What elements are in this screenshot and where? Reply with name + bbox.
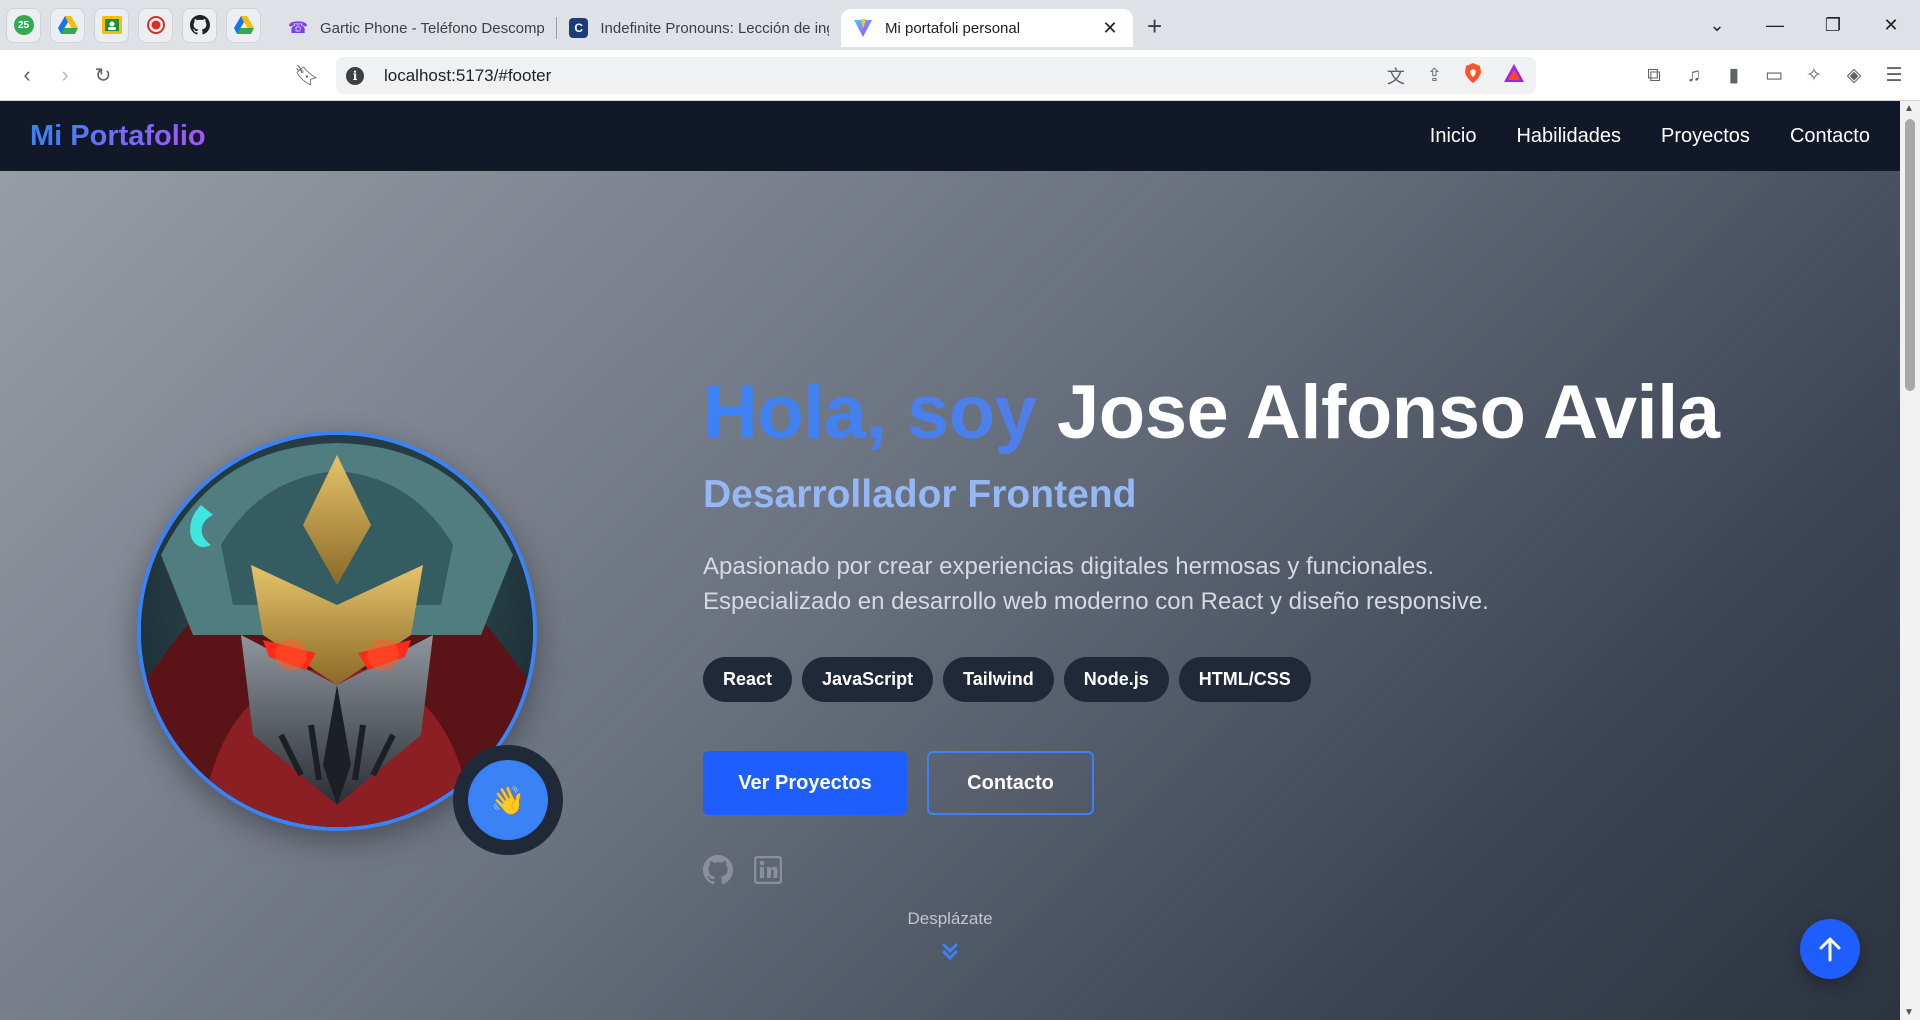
drive-icon — [233, 16, 254, 34]
close-window-icon[interactable]: ✕ — [1862, 15, 1920, 36]
tab-portfolio[interactable]: Mi portafoli personal ✕ — [841, 9, 1133, 47]
sidebar-icon[interactable]: ▮ — [1724, 64, 1744, 87]
omnibox-actions: 文 ⇪ — [1387, 57, 1524, 94]
phone-icon: ☎ — [288, 20, 308, 37]
contact-button[interactable]: Contacto — [927, 751, 1094, 815]
classroom-icon — [101, 16, 122, 34]
nav-link-habilidades[interactable]: Habilidades — [1516, 125, 1621, 148]
page-scrollbar[interactable]: ▲ ▼ — [1900, 101, 1920, 1020]
restore-icon[interactable]: ❐ — [1804, 15, 1862, 36]
double-chevron-down-icon[interactable] — [938, 939, 962, 963]
hero-greeting: Hola, soy — [703, 370, 1037, 455]
site-info-icon[interactable]: i — [346, 66, 364, 85]
wave-emoji-icon: 👋 — [468, 760, 548, 840]
pinned-tab-record[interactable] — [138, 7, 173, 43]
drive-icon — [57, 16, 78, 34]
scroll-hint: Desplázate — [907, 909, 993, 928]
bookmark-icon[interactable]: 🔖︎ — [294, 63, 319, 88]
site-brand[interactable]: Mi Portafolio — [30, 120, 206, 153]
hero-role: Desarrollador Frontend — [703, 473, 1137, 516]
hero-description: Apasionado por crear experiencias digita… — [703, 549, 1603, 619]
vite-icon — [853, 18, 873, 38]
tab-title: Mi portafoli personal — [885, 19, 1021, 37]
scrollbar-thumb[interactable] — [1905, 119, 1915, 391]
page-viewport: Mi Portafolio Inicio Habilidades Proyect… — [0, 101, 1920, 1020]
leo-ai-icon[interactable]: ✧ — [1804, 64, 1824, 87]
skill-chip-tailwind: Tailwind — [943, 657, 1054, 702]
nav-links: Inicio Habilidades Proyectos Contacto — [1430, 101, 1870, 171]
pinned-tab-drive[interactable] — [50, 7, 85, 43]
tab-indefinite-pronouns[interactable]: C Indefinite Pronouns: Lección de inglés — [557, 9, 841, 47]
wallet-icon[interactable]: ▭ — [1764, 64, 1784, 87]
brave-shield-icon[interactable] — [1464, 63, 1482, 88]
url-text[interactable]: localhost:5173/#footer — [384, 66, 551, 86]
scroll-up-arrow-icon[interactable]: ▲ — [1904, 103, 1914, 114]
pinned-tab-classroom[interactable] — [94, 7, 129, 43]
github-icon — [189, 15, 210, 35]
skill-chip-nodejs: Node.js — [1063, 657, 1169, 702]
view-projects-button[interactable]: Ver Proyectos — [703, 751, 907, 815]
nav-link-contacto[interactable]: Contacto — [1790, 125, 1870, 148]
extension-icons: ⧉ ♫ ▮ ▭ ✧ ◈ ☰ — [1644, 50, 1904, 101]
linkedin-icon[interactable] — [753, 855, 783, 885]
site-navbar: Mi Portafolio Inicio Habilidades Proyect… — [0, 101, 1900, 171]
extensions-icon[interactable]: ⧉ — [1644, 65, 1664, 87]
share-icon[interactable]: ⇪ — [1427, 65, 1442, 86]
calendar-icon: 25 — [13, 15, 34, 35]
skill-chip-html-css: HTML/CSS — [1178, 657, 1311, 702]
browser-toolbar: ‹ › ↻ 🔖︎ i localhost:5173/#footer 文 ⇪ ⧉ … — [0, 50, 1920, 101]
skill-chip-react: React — [703, 657, 793, 702]
window-controls: ⌄ — ❐ ✕ — [1688, 0, 1920, 50]
tab-gartic-phone[interactable]: ☎ Gartic Phone - Teléfono Descompuesto — [276, 9, 556, 47]
pinned-tab-github[interactable] — [182, 7, 217, 43]
hero-title: Hola, soy Jose Alfonso Avila — [703, 369, 1720, 456]
scroll-to-top-button[interactable] — [1800, 919, 1860, 979]
pinned-tab-drive-2[interactable] — [226, 7, 261, 43]
social-links — [703, 855, 783, 885]
translate-icon[interactable]: 文 — [1387, 63, 1405, 89]
skill-chip-javascript: JavaScript — [802, 657, 934, 702]
record-icon — [146, 16, 165, 34]
vpn-icon[interactable]: ◈ — [1844, 64, 1864, 87]
hero-name: Jose Alfonso Avila — [1057, 370, 1720, 455]
new-tab-button[interactable]: + — [1147, 11, 1162, 42]
minimize-icon[interactable]: — — [1746, 15, 1804, 36]
github-icon[interactable] — [703, 855, 733, 885]
nav-link-inicio[interactable]: Inicio — [1430, 125, 1477, 148]
hero-description-line-2: Especializado en desarrollo web moderno … — [703, 588, 1489, 615]
tab-title: Indefinite Pronouns: Lección de inglés — [600, 19, 829, 37]
arrow-up-icon — [1819, 937, 1841, 962]
browser-tabstrip: 25 ☎ Gartic Phone - Teléfono Descompuest… — [0, 0, 1920, 50]
c-logo-icon: C — [569, 18, 589, 38]
back-icon[interactable]: ‹ — [8, 62, 46, 88]
scroll-down-arrow-icon[interactable]: ▼ — [1904, 1007, 1914, 1018]
wave-badge: 👋 — [453, 745, 563, 855]
pinned-tab-calendar[interactable]: 25 — [6, 7, 41, 43]
brave-rewards-icon[interactable] — [1504, 64, 1524, 87]
hero-section: Mi Portafolio Inicio Habilidades Proyect… — [0, 101, 1900, 1020]
skill-chips: React JavaScript Tailwind Node.js HTML/C… — [703, 657, 1311, 702]
tab-title: Gartic Phone - Teléfono Descompuesto — [319, 19, 544, 37]
address-bar[interactable]: i localhost:5173/#footer 文 ⇪ — [336, 57, 1536, 94]
forward-icon[interactable]: › — [46, 62, 84, 88]
hero-description-line-1: Apasionado por crear experiencias digita… — [703, 553, 1435, 580]
music-icon[interactable]: ♫ — [1684, 65, 1704, 87]
tab-search-icon[interactable]: ⌄ — [1688, 15, 1746, 36]
pinned-tabs: 25 — [6, 7, 270, 43]
close-tab-icon[interactable]: ✕ — [1099, 18, 1121, 39]
reload-icon[interactable]: ↻ — [84, 63, 122, 88]
menu-icon[interactable]: ☰ — [1884, 64, 1904, 87]
nav-link-proyectos[interactable]: Proyectos — [1661, 125, 1750, 148]
